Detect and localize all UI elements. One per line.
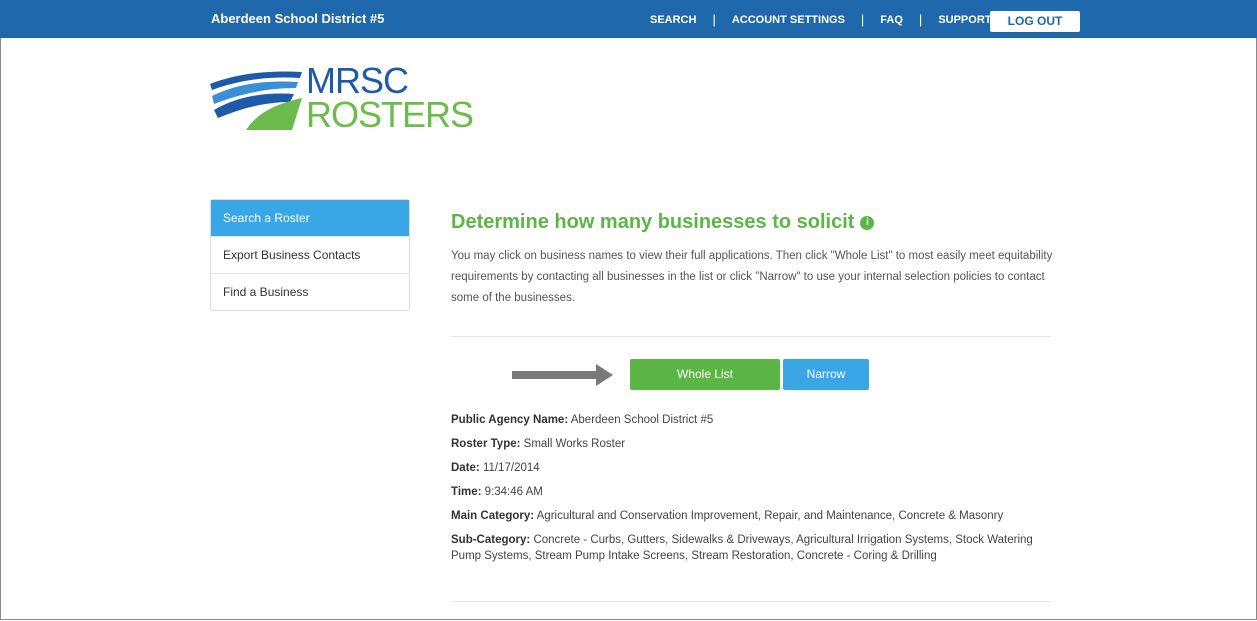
org-name: Aberdeen School District #5 [211, 11, 385, 26]
narrow-button[interactable]: Narrow [783, 359, 869, 390]
mrsc-rosters-logo[interactable]: MRSC ROSTERS [206, 63, 474, 136]
logo-text-rosters: ROSTERS [306, 94, 474, 135]
detail-label: Public Agency Name: [451, 414, 569, 426]
sidebar-item-export-business-contacts[interactable]: Export Business Contacts [211, 236, 409, 273]
roster-details: Public Agency Name: Aberdeen School Dist… [451, 412, 1051, 572]
detail-roster-type: Roster Type: Small Works Roster [451, 436, 1051, 452]
top-bar: Aberdeen School District #5 SEARCH | ACC… [0, 0, 1257, 38]
detail-sub-category: Sub-Category: Concrete - Curbs, Gutters,… [451, 532, 1051, 564]
detail-label: Main Category: [451, 510, 535, 522]
nav-support[interactable]: SUPPORT [938, 14, 991, 26]
divider [451, 601, 1051, 602]
detail-value: 9:34:46 AM [484, 486, 543, 498]
top-nav: SEARCH | ACCOUNT SETTINGS | FAQ | SUPPOR… [650, 12, 992, 27]
info-icon[interactable]: i [860, 215, 875, 230]
logo-text-mrsc: MRSC [306, 60, 409, 101]
detail-date: Date: 11/17/2014 [451, 460, 1051, 476]
detail-value: Concrete - Curbs, Gutters, Sidewalks & D… [451, 534, 1033, 562]
divider [451, 336, 1051, 337]
right-arrow-icon [512, 364, 613, 386]
sidebar-item-search-a-roster[interactable]: Search a Roster [211, 200, 409, 236]
nav-account-settings[interactable]: ACCOUNT SETTINGS [732, 14, 845, 26]
intro-text: You may click on business names to view … [451, 250, 1053, 304]
nav-separator: | [860, 12, 865, 27]
nav-separator: | [918, 12, 923, 27]
detail-label: Time: [451, 486, 482, 498]
nav-faq[interactable]: FAQ [880, 14, 903, 26]
nav-search[interactable]: SEARCH [650, 14, 696, 26]
sidebar-menu: Search a Roster Export Business Contacts… [210, 199, 410, 311]
logo-swoosh-icon [210, 71, 302, 130]
detail-label: Date: [451, 462, 480, 474]
detail-value: Agricultural and Conservation Improvemen… [536, 510, 1004, 522]
detail-time: Time: 9:34:46 AM [451, 484, 1051, 500]
logout-button[interactable]: LOG OUT [990, 11, 1080, 32]
logo-wordmark: MRSC ROSTERS [306, 60, 474, 135]
nav-separator: | [712, 12, 716, 27]
detail-label: Sub-Category: [451, 534, 531, 546]
page-title: Determine how many businesses to solicit [451, 211, 855, 233]
detail-value: 11/17/2014 [482, 462, 540, 474]
detail-value: Small Works Roster [523, 438, 626, 450]
detail-main-category: Main Category: Agricultural and Conserva… [451, 508, 1051, 524]
detail-value: Aberdeen School District #5 [570, 414, 714, 426]
detail-label: Roster Type: [451, 438, 521, 450]
detail-agency: Public Agency Name: Aberdeen School Dist… [451, 412, 1051, 428]
sidebar-item-find-a-business[interactable]: Find a Business [211, 273, 409, 310]
page-title-row: Determine how many businesses to solicit… [451, 211, 875, 234]
whole-list-button[interactable]: Whole List [630, 359, 780, 390]
